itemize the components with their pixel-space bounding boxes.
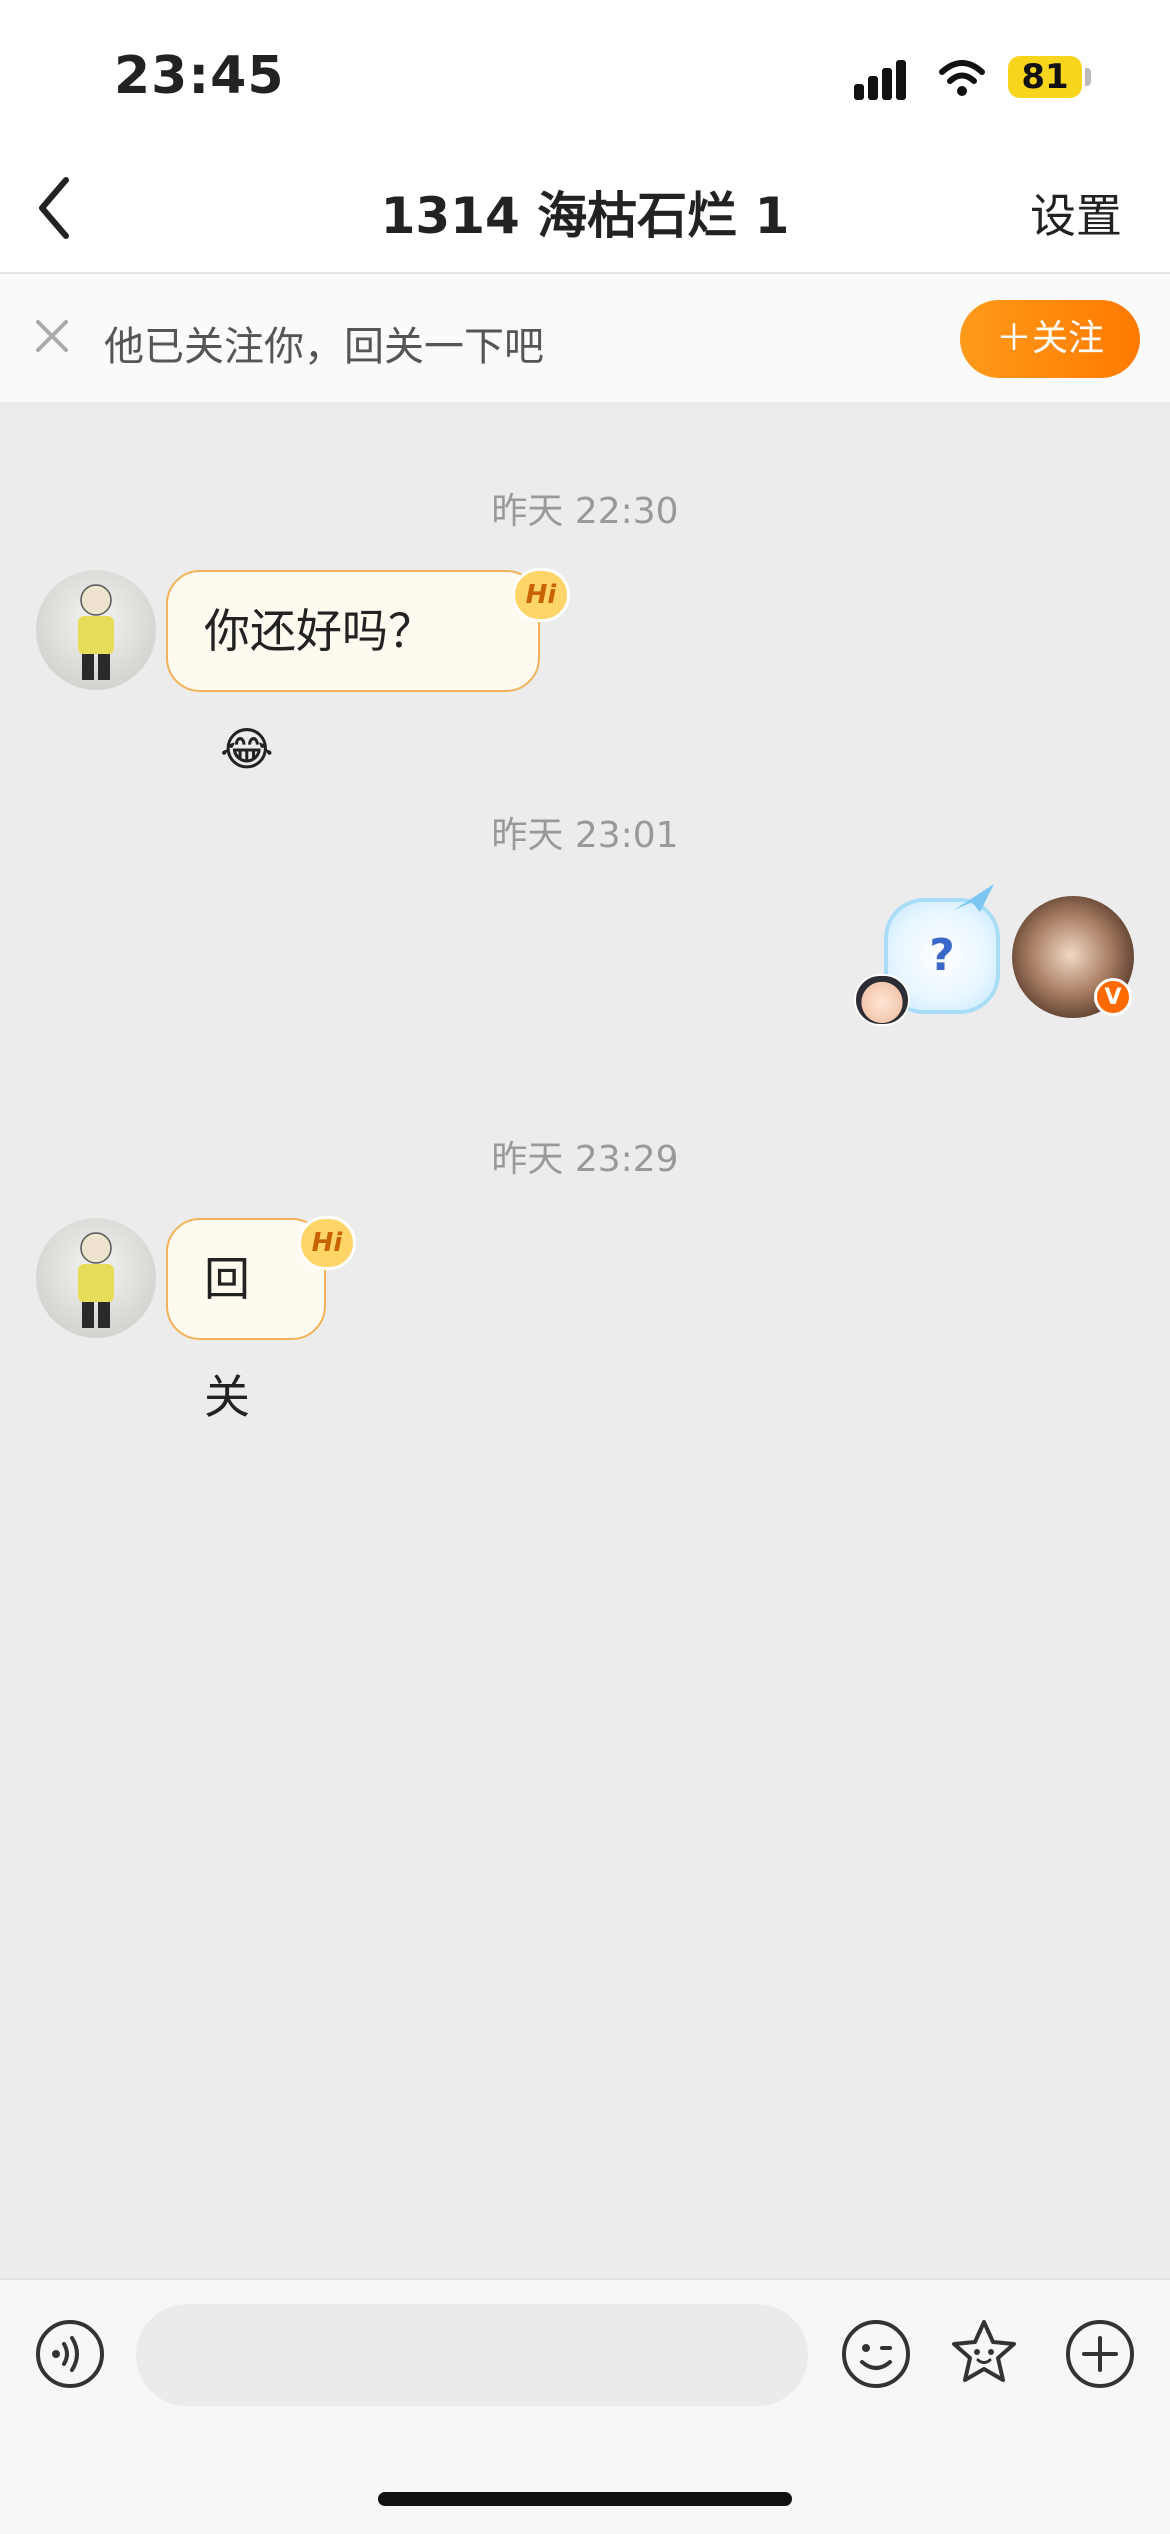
message-timestamp: 昨天 23:01 (491, 815, 679, 856)
paper-plane-icon (954, 884, 994, 912)
cellular-signal-icon (854, 58, 916, 100)
hi-badge: Hi (298, 1216, 356, 1270)
message-timestamp: 昨天 22:30 (491, 491, 679, 532)
battery-level: 81 (1021, 57, 1069, 97)
message-timestamp: 昨天 23:29 (491, 1139, 679, 1180)
chat-title: 1314 海枯石烂 1 (380, 187, 790, 245)
plus-icon[interactable] (1064, 2318, 1136, 2390)
close-icon[interactable] (30, 314, 74, 358)
emoji-icon[interactable] (840, 2318, 912, 2390)
voice-icon[interactable] (34, 2318, 106, 2390)
boy-figure-icon (78, 584, 114, 680)
star-face-icon[interactable] (948, 2316, 1020, 2388)
home-indicator (378, 2492, 792, 2506)
follow-banner-text: 他已关注你，回关一下吧 (104, 324, 544, 370)
boy-figure-icon (78, 1232, 114, 1328)
follow-back-button[interactable]: ＋关注 (960, 300, 1140, 378)
status-time: 23:45 (114, 46, 285, 106)
message-text: 回关 (204, 1252, 250, 1424)
hi-badge: Hi (512, 568, 570, 622)
wifi-icon (939, 60, 985, 96)
contact-avatar[interactable] (36, 570, 156, 690)
message-bubble[interactable]: 你还好吗？ 😂 (166, 570, 540, 776)
message-input[interactable] (136, 2304, 808, 2406)
verified-badge: V (1094, 978, 1132, 1016)
settings-button[interactable]: 设置 (1030, 180, 1150, 246)
contact-avatar[interactable] (36, 1218, 156, 1338)
back-icon[interactable] (30, 168, 80, 248)
message-text: 你还好吗？ (204, 604, 434, 658)
battery-tip (1085, 68, 1091, 86)
mini-avatar-sticker (854, 974, 910, 1026)
emoji-laugh: 😂 (220, 722, 274, 776)
battery-indicator: 81 (1008, 56, 1082, 98)
